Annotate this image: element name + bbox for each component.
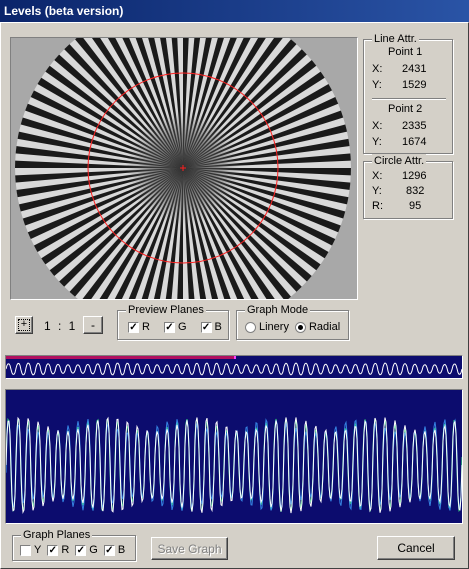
line-attr-group: Line Attr. Point 1 X: 2431 Y: 1529 Point…	[363, 32, 453, 154]
point1-x-value: 2431	[402, 63, 427, 75]
point2-x-label: X:	[372, 120, 383, 132]
preview-g-label: G	[177, 321, 187, 333]
circle-attr-title: Circle Attr.	[372, 154, 427, 168]
preview-plane-r[interactable]: ✓ R	[128, 321, 150, 333]
preview-plane-g[interactable]: ✓ G	[163, 321, 187, 333]
siemens-star-image[interactable]	[11, 38, 357, 299]
cancel-button[interactable]: Cancel	[377, 536, 455, 560]
save-graph-button[interactable]: Save Graph	[151, 537, 228, 560]
graph-plane-y[interactable]: Y	[20, 544, 41, 556]
zoom-in-button[interactable]: +	[15, 316, 33, 334]
zoom-out-button[interactable]: -	[83, 316, 103, 334]
graph-plane-g[interactable]: ✓ G	[75, 544, 98, 556]
level-graph	[5, 389, 463, 524]
graph-g-label: G	[89, 544, 98, 556]
graph-mode-title: Graph Mode	[245, 303, 311, 317]
divider	[372, 98, 446, 100]
plus-icon: +	[18, 319, 30, 331]
graph-y-checkbox[interactable]	[20, 544, 31, 556]
profile-strip[interactable]	[5, 355, 463, 379]
graph-r-label: R	[61, 544, 70, 556]
window-title: Levels (beta version)	[0, 0, 469, 22]
preview-b-checkbox[interactable]: ✓	[200, 321, 212, 333]
circle-x-value: 1296	[402, 170, 427, 182]
circle-y-label: Y:	[372, 185, 382, 197]
dialog-body: Line Attr. Point 1 X: 2431 Y: 1529 Point…	[0, 22, 469, 569]
point1-label: Point 1	[388, 46, 423, 58]
preview-r-label: R	[142, 321, 150, 333]
line-attr-title: Line Attr.	[372, 32, 419, 46]
circle-x-label: X:	[372, 170, 383, 182]
graph-plane-r[interactable]: ✓ R	[47, 544, 69, 556]
preview-plane-b[interactable]: ✓ B	[200, 321, 222, 333]
circle-y-value: 832	[406, 185, 425, 197]
point1-x-label: X:	[372, 63, 383, 75]
point2-label: Point 2	[388, 103, 423, 115]
graph-r-checkbox[interactable]: ✓	[47, 544, 59, 556]
linery-label: Linery	[259, 321, 289, 333]
preview-g-checkbox[interactable]: ✓	[163, 321, 175, 333]
circle-r-value: 95	[409, 200, 422, 212]
preview-planes-title: Preview Planes	[126, 303, 206, 317]
graph-plane-b[interactable]: ✓ B	[103, 544, 126, 556]
preview-planes-group: Preview Planes ✓ R ✓ G ✓ B	[117, 303, 229, 340]
point2-y-value: 1674	[402, 136, 427, 148]
point1-y-value: 1529	[402, 79, 427, 91]
circle-attr-group: Circle Attr. X: 1296 Y: 832 R: 95	[363, 154, 453, 219]
point2-x-value: 2335	[402, 120, 427, 132]
radial-label: Radial	[308, 321, 341, 333]
point2-y-label: Y:	[372, 136, 382, 148]
graph-planes-title: Graph Planes	[21, 528, 93, 542]
graph-b-label: B	[117, 544, 126, 556]
preview-panel	[10, 37, 358, 300]
zoom-level: 1 : 1	[44, 319, 76, 333]
graph-planes-group: Graph Planes Y ✓ R ✓ G ✓ B	[12, 528, 136, 561]
preview-r-checkbox[interactable]: ✓	[128, 321, 139, 333]
graph-b-checkbox[interactable]: ✓	[103, 544, 115, 556]
graph-mode-group: Graph Mode Linery Radial	[236, 303, 349, 340]
graph-mode-linery[interactable]: Linery	[245, 321, 289, 333]
point1-y-label: Y:	[372, 79, 382, 91]
linery-radio[interactable]	[245, 321, 256, 333]
radial-radio[interactable]	[294, 321, 306, 333]
graph-mode-radial[interactable]: Radial	[294, 321, 341, 333]
graph-y-label: Y	[34, 544, 42, 556]
preview-b-label: B	[214, 321, 222, 333]
graph-g-checkbox[interactable]: ✓	[75, 544, 87, 556]
circle-r-label: R:	[372, 200, 383, 212]
